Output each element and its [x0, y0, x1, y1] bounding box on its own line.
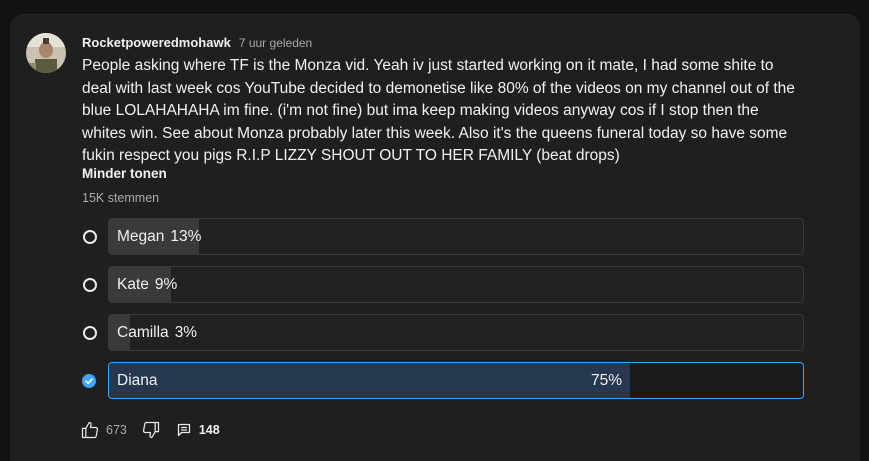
poll-option-camilla[interactable]: Camilla 3%: [108, 314, 804, 351]
comment-actions: 673 148: [80, 420, 220, 440]
poll-option-megan[interactable]: Megan 13%: [108, 218, 804, 255]
dislike-button[interactable]: [141, 420, 161, 440]
checkmark-icon[interactable]: [82, 374, 96, 388]
poll-option-percent: 75%: [591, 372, 623, 389]
poll-option-label: Megan: [117, 228, 165, 245]
radio-icon[interactable]: [83, 326, 97, 340]
thumbs-down-icon: [142, 421, 159, 439]
poll-option-label: Diana: [117, 372, 158, 389]
timestamp[interactable]: 7 uur geleden: [239, 36, 312, 50]
poll-option-percent: 3%: [174, 324, 198, 341]
reply-count: 148: [198, 423, 220, 437]
poll-vote-count: 15K stemmen: [82, 191, 160, 205]
poll-option-label: Kate: [117, 276, 149, 293]
radio-icon[interactable]: [83, 230, 97, 244]
comment-text: People asking where TF is the Monza vid.…: [82, 57, 795, 164]
reply-button[interactable]: 148: [177, 423, 220, 437]
avatar[interactable]: [26, 33, 66, 73]
author-name[interactable]: Rocketpoweredmohawk: [82, 35, 231, 50]
like-button[interactable]: [80, 420, 100, 440]
poll-option-label: Camilla: [117, 324, 169, 341]
poll-option-percent: 9%: [154, 276, 178, 293]
poll-option-percent: 13%: [170, 228, 202, 245]
poll-option-fill: [109, 363, 630, 398]
poll-option-kate[interactable]: Kate 9%: [108, 266, 804, 303]
radio-icon[interactable]: [83, 278, 97, 292]
comment-header: Rocketpoweredmohawk 7 uur geleden: [82, 35, 312, 50]
thumbs-up-icon: [81, 421, 99, 439]
comment-icon: [177, 423, 191, 437]
comment-card: Rocketpoweredmohawk 7 uur geleden People…: [10, 14, 860, 461]
show-less-button[interactable]: Minder tonen: [82, 166, 167, 181]
poll-option-diana[interactable]: Diana 75%: [108, 362, 804, 399]
like-count: 673: [106, 423, 127, 437]
